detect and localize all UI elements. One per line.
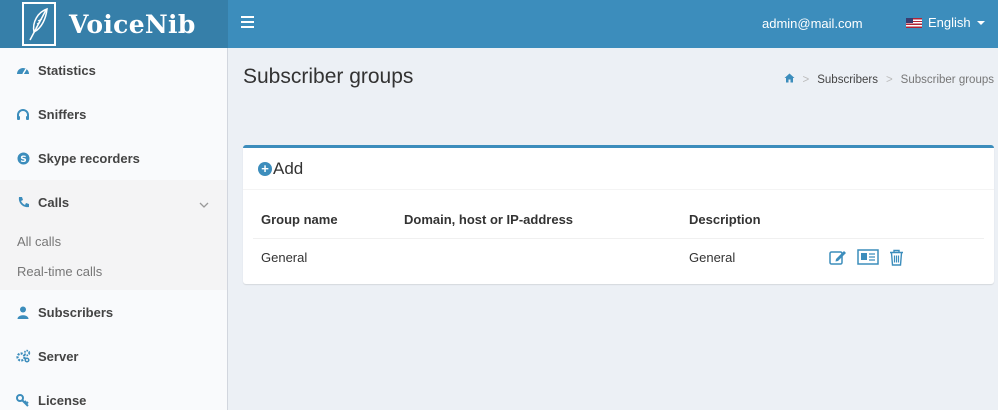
- column-header-domain: Domain, host or IP-address: [396, 202, 681, 239]
- subscriber-groups-table: Group name Domain, host or IP-address De…: [253, 202, 984, 276]
- trash-icon[interactable]: [889, 249, 904, 266]
- cell-description: General: [689, 249, 736, 265]
- edit-icon[interactable]: [829, 249, 847, 265]
- us-flag-icon: [906, 17, 922, 28]
- subscriber-groups-box: + Add Group name Domain, host or IP-addr…: [243, 145, 994, 284]
- sidebar-subitem-real-time-calls[interactable]: Real-time calls: [0, 256, 227, 286]
- column-header-group-name: Group name: [253, 202, 396, 239]
- user-menu[interactable]: admin@mail.com: [762, 16, 863, 31]
- table-row: General General: [253, 238, 984, 276]
- add-button-label: Add: [273, 158, 304, 178]
- svg-text:S: S: [20, 155, 26, 165]
- sidebar-item-skype-recorders[interactable]: S Skype recorders: [0, 136, 227, 180]
- language-selector[interactable]: English: [906, 15, 985, 30]
- sidebar-item-label: Sniffers: [38, 106, 87, 122]
- sidebar: Statistics Sniffers S Skype recorders Ca…: [0, 48, 228, 410]
- breadcrumb-separator: >: [802, 73, 810, 86]
- phone-icon: [15, 194, 31, 210]
- sidebar-item-label: License: [38, 392, 87, 408]
- sidebar-item-statistics[interactable]: Statistics: [0, 48, 227, 92]
- logo-text: VoiceNib: [69, 9, 196, 39]
- user-icon: [15, 304, 31, 320]
- sidebar-item-sniffers[interactable]: Sniffers: [0, 92, 227, 136]
- dashboard-icon: [15, 62, 31, 78]
- sidebar-item-subscribers[interactable]: Subscribers: [0, 290, 227, 334]
- gears-icon: [15, 348, 31, 364]
- skype-icon: S: [15, 150, 31, 166]
- headphones-icon: [15, 106, 31, 122]
- column-header-actions: [821, 202, 984, 239]
- sidebar-toggle-icon[interactable]: [241, 16, 254, 29]
- column-header-description: Description: [681, 202, 821, 239]
- sidebar-item-label: Server: [38, 348, 79, 364]
- box-header: + Add: [243, 148, 994, 190]
- sidebar-item-label: Skype recorders: [38, 150, 140, 166]
- sidebar-item-label: Calls: [38, 194, 70, 210]
- calls-submenu: All calls Real-time calls: [0, 224, 227, 290]
- caret-down-icon: [976, 20, 985, 25]
- logo[interactable]: VoiceNib: [0, 0, 228, 48]
- sidebar-item-server[interactable]: Server: [0, 334, 227, 378]
- cell-group-name: General: [261, 249, 308, 265]
- sidebar-item-label: Subscribers: [38, 304, 114, 320]
- plus-circle-icon: +: [258, 161, 272, 176]
- cell-actions: [821, 238, 984, 276]
- breadcrumb-subscribers[interactable]: Subscribers: [817, 74, 878, 86]
- breadcrumb-separator: >: [885, 73, 893, 86]
- table-header-row: Group name Domain, host or IP-address De…: [253, 202, 984, 239]
- sidebar-subitem-all-calls[interactable]: All calls: [0, 226, 227, 256]
- cell-domain: [396, 238, 681, 276]
- chevron-down-icon: [199, 197, 209, 212]
- home-icon[interactable]: [784, 73, 795, 86]
- top-navbar: VoiceNib admin@mail.com English: [0, 0, 998, 48]
- sidebar-item-license[interactable]: License: [0, 378, 227, 410]
- feather-logo-icon: [22, 2, 56, 46]
- add-button[interactable]: + Add: [258, 159, 303, 179]
- key-icon: [15, 392, 31, 408]
- sidebar-item-label: Statistics: [38, 62, 96, 78]
- sidebar-item-calls[interactable]: Calls: [0, 180, 227, 224]
- breadcrumb: > Subscribers > Subscriber groups: [784, 73, 994, 86]
- breadcrumb-current: Subscriber groups: [900, 73, 994, 86]
- page-title: Subscriber groups: [243, 65, 414, 88]
- details-icon[interactable]: [857, 249, 879, 265]
- language-label: English: [928, 15, 971, 30]
